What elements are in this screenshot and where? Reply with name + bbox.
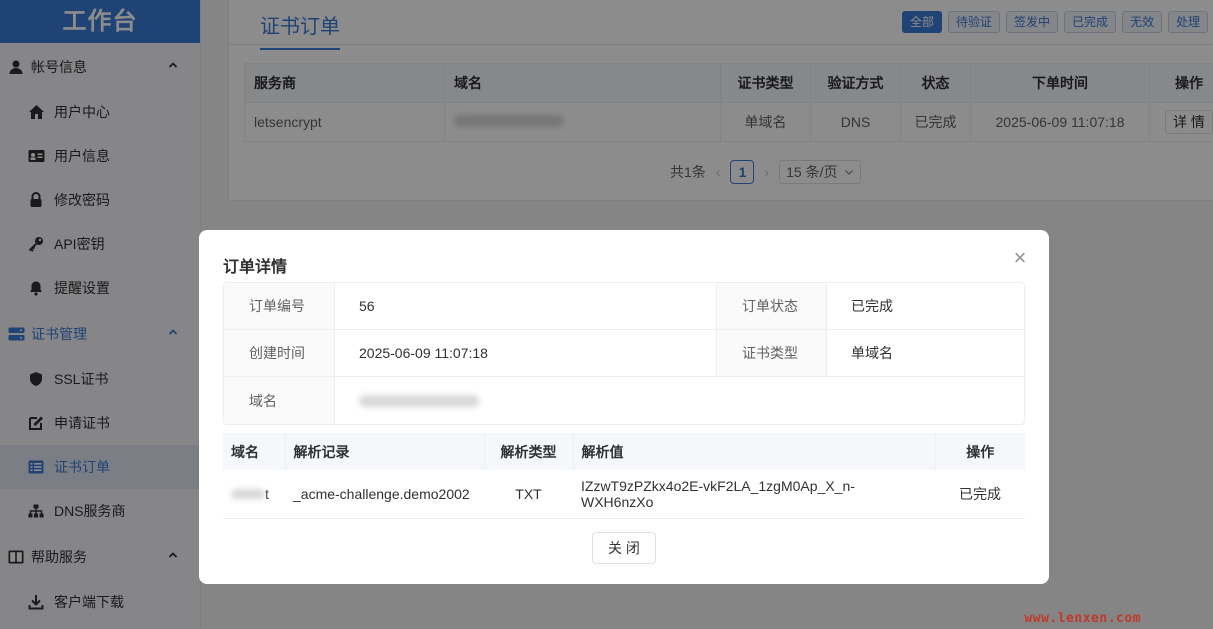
table-header-row: 域名 解析记录 解析类型 解析值 操作 [223, 433, 1025, 470]
table-row: t _acme-challenge.demo2002 TXT IZzwT9zPZ… [223, 470, 1025, 519]
close-button[interactable]: 关 闭 [592, 532, 656, 564]
close-icon[interactable]: × [1010, 247, 1030, 269]
domain-label: 域名 [224, 377, 335, 424]
info-row: 创建时间 2025-06-09 11:07:18 证书类型 单域名 [224, 330, 1024, 377]
order-info-grid: 订单编号 56 订单状态 已完成 创建时间 2025-06-09 11:07:1… [223, 282, 1025, 425]
redacted-domain [359, 394, 479, 407]
cell-domain: t [223, 470, 285, 519]
col-domain: 域名 [223, 433, 286, 470]
info-row: 域名 [224, 377, 1024, 424]
domain-value [335, 377, 1024, 424]
dns-records-table: 域名 解析记录 解析类型 解析值 操作 t _acme-challenge.de… [223, 433, 1025, 519]
domain-suffix: t [265, 485, 269, 502]
col-record-type: 解析类型 [484, 433, 574, 470]
created-time-label: 创建时间 [224, 330, 335, 376]
order-status-value: 已完成 [851, 298, 893, 314]
info-row: 订单编号 56 订单状态 已完成 [224, 283, 1024, 330]
cell-record-value: IZzwT9zPZkx4o2E-vkF2LA_1zgM0Ap_X_n-WXH6n… [573, 470, 935, 519]
order-no-label: 订单编号 [224, 283, 335, 329]
cell-record: _acme-challenge.demo2002 [285, 470, 484, 519]
cell-record-type: TXT [484, 470, 573, 519]
col-record-value: 解析值 [573, 433, 936, 470]
order-no-value: 56 [335, 283, 717, 329]
cert-type-value: 单域名 [851, 345, 893, 361]
col-record: 解析记录 [285, 433, 485, 470]
watermark: www.lenxen.com [1024, 611, 1141, 626]
dialog-title: 订单详情 [223, 259, 288, 276]
col-actions: 操作 [935, 433, 1025, 470]
cert-type-label: 证书类型 [717, 330, 827, 376]
cell-status: 已完成 [935, 470, 1025, 519]
redacted-domain [231, 488, 265, 499]
order-detail-dialog: 订单详情 × 订单编号 56 订单状态 已完成 创建时间 2025-06-09 … [199, 230, 1049, 584]
created-time-value: 2025-06-09 11:07:18 [335, 330, 717, 376]
order-status-label: 订单状态 [717, 283, 827, 329]
